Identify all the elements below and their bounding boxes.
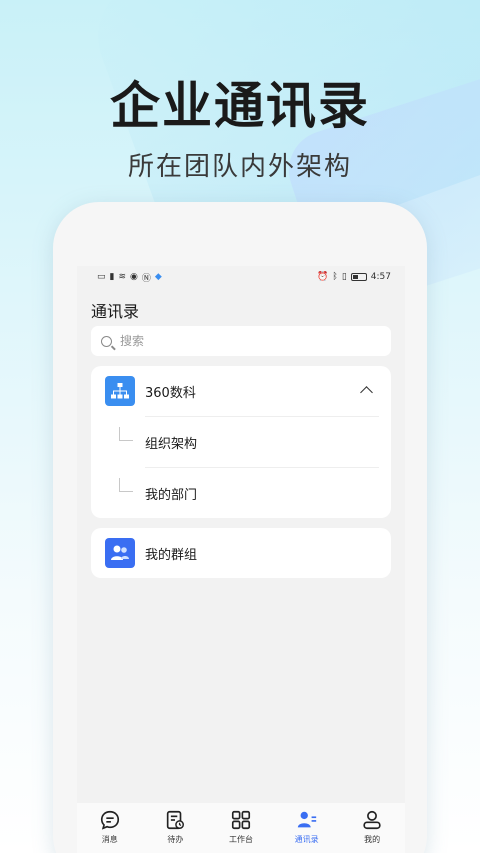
my-groups-label: 我的群组 — [145, 547, 198, 563]
status-bar: ▭ ▮ ≋ ◉ Ⓝ ◆ ⏰ ᛒ ▯ 4:57 — [77, 266, 405, 288]
org-card: 360数科 组织架构 我的部门 — [91, 366, 391, 518]
signal-icon: ▮ — [109, 272, 115, 282]
hero-subtitle: 所在团队内外架构 — [127, 152, 352, 182]
bluetooth-icon: ᛒ — [332, 272, 338, 282]
org-name: 360数科 — [145, 385, 196, 401]
group-icon — [105, 538, 135, 568]
tab-label: 待办 — [167, 835, 184, 844]
search-bar[interactable] — [91, 326, 391, 356]
tab-messages[interactable]: 消息 — [80, 809, 140, 845]
search-input[interactable] — [120, 334, 320, 348]
app-screen: ▭ ▮ ≋ ◉ Ⓝ ◆ ⏰ ᛒ ▯ 4:57 通讯录 搜索 360数科 组织架构… — [77, 266, 405, 853]
alarm-icon: ⏰ — [317, 272, 329, 282]
profile-icon — [363, 810, 381, 830]
message-icon — [100, 810, 119, 830]
hero-title: 企业通讯录 — [110, 77, 370, 135]
todo-icon — [167, 810, 185, 830]
tab-label: 通讯录 — [294, 835, 319, 844]
tree-branch-icon — [119, 427, 133, 441]
page-title: 通讯录 — [91, 302, 140, 321]
org-item-structure[interactable]: 组织架构 — [91, 417, 391, 467]
app-icon: ◆ — [154, 272, 162, 282]
tab-workbench[interactable]: 工作台 — [211, 809, 271, 845]
nfc-icon: Ⓝ — [141, 273, 151, 284]
eye-icon: ◉ — [130, 272, 138, 282]
hd-icon: ▭ — [97, 272, 106, 282]
tab-label: 我的 — [364, 835, 381, 844]
tree-branch-icon — [119, 478, 133, 492]
chevron-up-icon[interactable] — [360, 386, 373, 399]
battery-icon — [350, 273, 367, 281]
org-header[interactable]: 360数科 — [91, 366, 391, 416]
status-time: 4:57 — [370, 272, 391, 282]
org-item-label: 组织架构 — [145, 436, 198, 452]
wifi-icon: ≋ — [118, 272, 127, 282]
tab-label: 工作台 — [228, 835, 253, 844]
my-groups-card[interactable]: 我的群组 — [91, 528, 391, 578]
workbench-icon — [231, 810, 251, 830]
tab-profile[interactable]: 我的 — [342, 809, 402, 845]
vibrate-icon: ▯ — [341, 272, 347, 282]
org-chart-icon — [105, 376, 135, 406]
tab-todo[interactable]: 待办 — [145, 809, 205, 845]
contacts-icon — [297, 811, 316, 828]
org-item-my-department[interactable]: 我的部门 — [91, 468, 391, 518]
tab-label: 消息 — [101, 835, 118, 844]
tab-contacts[interactable]: 通讯录 — [277, 809, 337, 845]
bottom-tab-bar: 消息 待办 工作台 通讯录 我的 — [77, 803, 405, 853]
org-item-label: 我的部门 — [145, 487, 198, 503]
search-icon — [101, 335, 112, 347]
